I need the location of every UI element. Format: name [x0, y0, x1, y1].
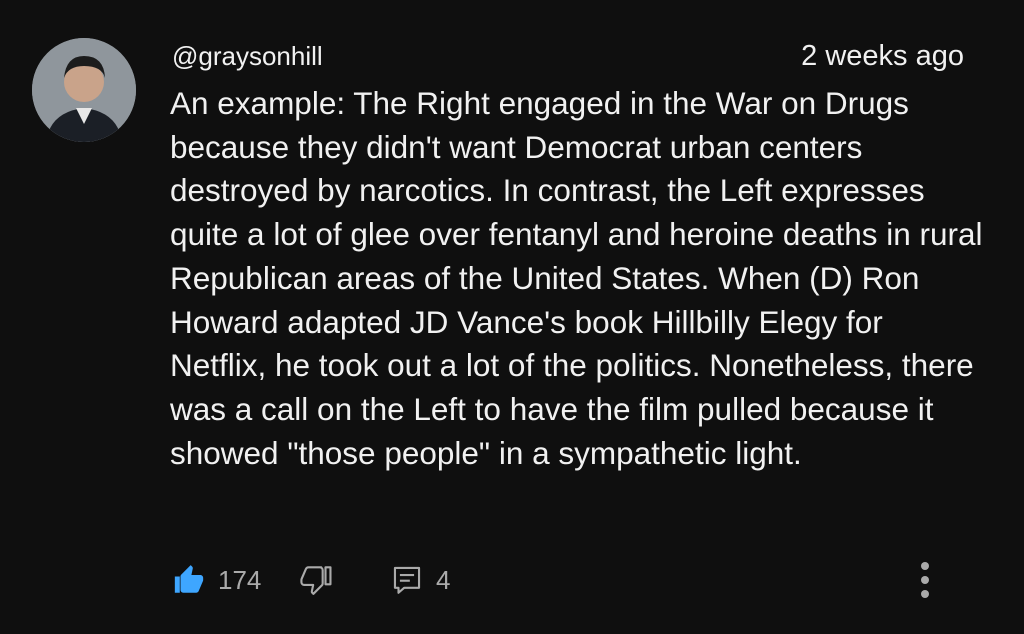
comment-actions: 174 4: [172, 560, 972, 600]
comment-icon: [393, 566, 421, 594]
more-options-button[interactable]: [905, 555, 945, 605]
thumbs-up-icon: [174, 565, 204, 593]
dislike-button[interactable]: [300, 560, 334, 600]
comment-timestamp[interactable]: 2 weeks ago: [801, 40, 964, 72]
comment-text: An example: The Right engaged in the War…: [170, 85, 983, 471]
like-count: 174: [218, 564, 262, 595]
avatar[interactable]: [32, 38, 136, 142]
thumbs-down-icon: [300, 566, 332, 595]
reply-button[interactable]: 4: [390, 560, 450, 600]
vertical-ellipsis-icon: [921, 562, 929, 598]
avatar-photo: [32, 38, 136, 142]
comment-author[interactable]: @graysonhill: [172, 40, 323, 72]
reply-count: 4: [436, 564, 451, 595]
like-button[interactable]: 174: [172, 560, 261, 600]
